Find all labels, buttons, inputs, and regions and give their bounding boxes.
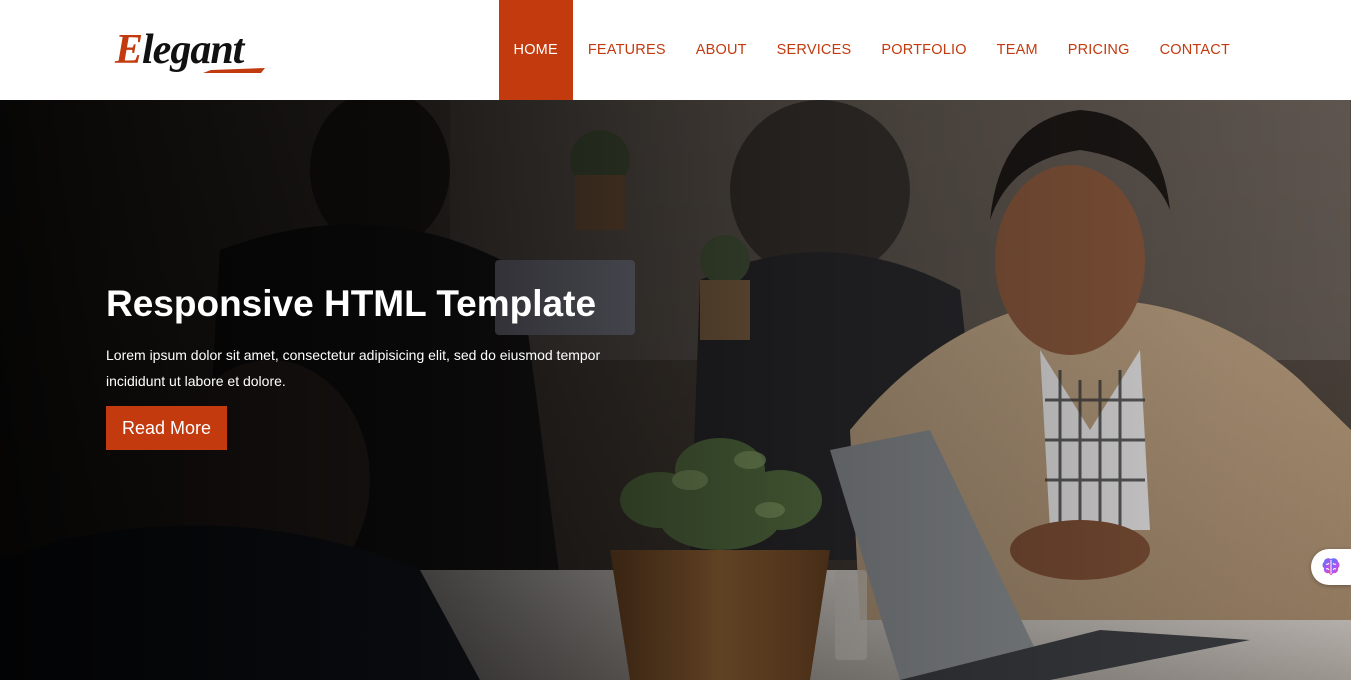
nav-team[interactable]: TEAM (982, 0, 1053, 100)
floating-widget[interactable] (1311, 549, 1351, 585)
logo[interactable]: Elegant (115, 26, 275, 78)
main-nav: HOME FEATURES ABOUT SERVICES PORTFOLIO T… (498, 0, 1245, 100)
nav-features[interactable]: FEATURES (573, 0, 681, 100)
brain-icon (1322, 558, 1340, 575)
hero-description: Lorem ipsum dolor sit amet, consectetur … (106, 347, 601, 389)
hero-title: Responsive HTML Template (106, 283, 597, 324)
nav-pricing[interactable]: PRICING (1053, 0, 1145, 100)
hero-content: Responsive HTML Template Lorem ipsum dol… (106, 282, 666, 450)
nav-home[interactable]: HOME (498, 0, 573, 100)
nav-contact[interactable]: CONTACT (1145, 0, 1245, 100)
nav-about[interactable]: ABOUT (681, 0, 762, 100)
logo-swoosh (203, 68, 265, 73)
hero-section: Responsive HTML Template Lorem ipsum dol… (0, 100, 1351, 680)
nav-portfolio[interactable]: PORTFOLIO (866, 0, 981, 100)
read-more-button[interactable]: Read More (106, 406, 228, 450)
nav-services[interactable]: SERVICES (762, 0, 867, 100)
site-header: Elegant HOME FEATURES ABOUT SERVICES POR… (0, 0, 1351, 100)
